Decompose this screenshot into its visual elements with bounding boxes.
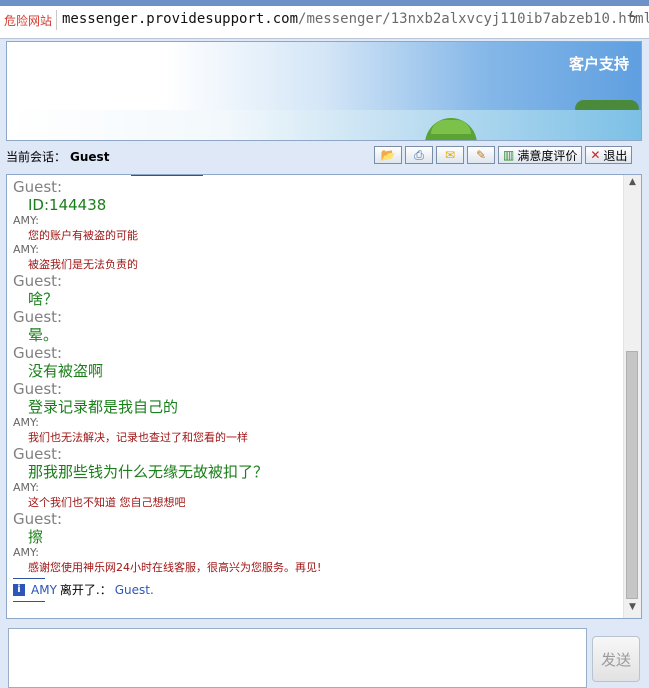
browser-top-stripe <box>0 0 649 6</box>
danger-site-label[interactable]: 危险网站 <box>4 12 52 29</box>
session-name: Guest <box>70 150 110 164</box>
chat-toolbar: 📂 ⎙ ✉ ✎ ▥ 满意度评价 ✕ 退出 <box>374 146 633 166</box>
message-text: 我们也无法解决，记录也查过了和您看的一样 <box>28 431 248 444</box>
message-input[interactable] <box>8 628 587 688</box>
message-sender: Guest: <box>13 272 63 290</box>
island-image <box>575 100 639 110</box>
rating-chart-icon: ▥ <box>503 148 515 162</box>
banner-title: 客户支持 <box>568 55 629 73</box>
message-text: 您的账户有被盗的可能 <box>28 229 138 242</box>
message-sender: AMY: <box>13 416 39 429</box>
message-text: ID:144438 <box>28 196 107 214</box>
sign-button[interactable]: ✎ <box>467 146 495 164</box>
message-sender: Guest: <box>13 308 63 326</box>
message-sender: Guest: <box>13 510 63 528</box>
message-text: 晕。 <box>28 326 59 344</box>
system-agent-name: AMY <box>31 583 57 597</box>
system-target: Guest. <box>114 583 154 597</box>
message-divider <box>13 601 45 602</box>
message-text: 这个我们也不知道 您自己想想吧 <box>28 496 186 509</box>
message-sender: Guest: <box>13 344 63 362</box>
support-banner: 客户支持 <box>6 41 642 141</box>
url-path: /messenger/13nxb2alxvcyj110ib7abzeb10.ht… <box>298 11 649 27</box>
message-text: 那我那些钱为什么无缘无故被扣了？ <box>28 463 269 481</box>
system-action: 离开了.： <box>59 583 112 597</box>
message-sender: AMY: <box>13 481 39 494</box>
message-text: 感谢您使用神乐网24小时在线客服，很高兴为您服务。再见! <box>28 561 322 574</box>
message-divider <box>13 578 45 579</box>
plant-image-highlight <box>431 120 471 134</box>
url-host: messenger.providesupport.com <box>62 11 299 27</box>
send-file-button[interactable]: 📂 <box>374 146 402 164</box>
current-session: 当前会话： Guest <box>6 148 109 165</box>
print-icon: ⎙ <box>414 147 424 162</box>
address-separator <box>56 10 57 30</box>
system-message: i AMY 离开了.： Guest. <box>13 582 617 598</box>
exit-label: 退出 <box>603 148 628 163</box>
message-sender: AMY: <box>13 214 39 227</box>
message-text: 登录记录都是我自己的 <box>28 398 179 416</box>
rate-button[interactable]: ▥ 满意度评价 <box>498 146 583 164</box>
message-sender: AMY: <box>13 243 39 256</box>
message-text: 擦 <box>28 528 44 546</box>
transcript-top-divider <box>131 175 203 176</box>
close-icon: ✕ <box>590 148 601 162</box>
scroll-down-arrow-icon[interactable]: ▼ <box>624 602 641 616</box>
banner-sea <box>7 110 641 140</box>
info-icon: i <box>13 584 25 596</box>
message-sender: Guest: <box>13 380 63 398</box>
address-bar: 危险网站 messenger.providesupport.com/messen… <box>0 0 649 39</box>
message-text: 啥？ <box>28 290 59 308</box>
url-text[interactable]: messenger.providesupport.com/messenger/1… <box>62 11 649 27</box>
message-sender: Guest: <box>13 178 63 196</box>
scrollbar-thumb[interactable] <box>626 351 638 599</box>
exit-button[interactable]: ✕ 退出 <box>585 146 633 164</box>
session-label: 当前会话： <box>6 150 67 164</box>
lightning-icon[interactable]: ϟ <box>628 10 637 26</box>
message-list: Guest: ID:144438 AMY: 您的账户有被盗的可能 AMY: 被盗… <box>13 178 617 605</box>
email-button[interactable]: ✉ <box>436 146 464 164</box>
message-sender: AMY: <box>13 546 39 559</box>
scroll-up-arrow-icon[interactable]: ▲ <box>624 177 641 191</box>
message-sender: Guest: <box>13 445 63 463</box>
print-button[interactable]: ⎙ <box>405 146 433 164</box>
chat-transcript[interactable]: Guest: ID:144438 AMY: 您的账户有被盗的可能 AMY: 被盗… <box>6 174 642 619</box>
message-text: 被盗我们是无法负责的 <box>28 258 138 271</box>
transcript-scrollbar[interactable]: ▲ ▼ <box>623 175 641 618</box>
rate-label: 满意度评价 <box>517 148 578 163</box>
send-button[interactable]: 发送 <box>592 636 640 682</box>
sign-icon: ✎ <box>475 148 487 162</box>
send-file-icon: 📂 <box>380 148 396 162</box>
email-icon: ✉ <box>444 148 456 162</box>
message-text: 没有被盗啊 <box>28 362 104 380</box>
